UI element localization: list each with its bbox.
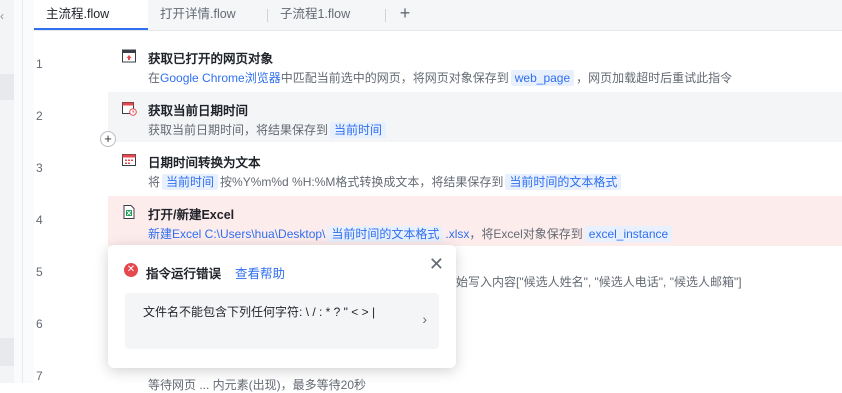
step-description: 新建Excel C:\Users\hua\Desktop\ 当前时间的文本格式 .x… [148,225,674,242]
excel-file-icon [123,205,135,219]
browser-link[interactable]: Google Chrome浏览器 [160,71,281,85]
left-panel-item[interactable] [0,338,14,366]
step-title: 日期时间转换为文本 [148,156,261,170]
chevron-right-icon[interactable]: › [422,311,427,327]
variable-tag[interactable]: 当前时间 [330,122,387,138]
error-message-box[interactable]: 文件名不能包含下列任何字符: \ / : * ? " < > | › [125,293,439,349]
tab-label: 子流程1.flow [280,7,351,21]
flow-step-row[interactable]: 获取已打开的网页对象 在Google Chrome浏览器中匹配当前选中的网页，将… [108,40,842,90]
step-description: 获取当前日期时间，将结果保存到 当前时间 [148,121,388,138]
line-number: 3 [36,161,43,175]
left-panel-strip: ‹ [0,0,14,383]
error-message: 文件名不能包含下列任何字符: \ / : * ? " < > | [143,305,376,319]
variable-tag[interactable]: 当前时间的文本格式 [327,226,444,242]
tab-subflow-1[interactable]: 子流程1.flow [268,0,386,30]
flow-step-row[interactable]: 日期时间转换为文本 将当前时间 按%Y%m%d %H:%M格式转换成文本，将结果保… [108,144,842,194]
panel-divider [14,0,34,383]
browser-window-icon [122,49,136,63]
calendar-clock-icon [122,102,137,116]
tab-separator [385,9,386,22]
variable-tag[interactable]: web_page [510,70,575,86]
step-title: 获取当前日期时间 [148,104,249,118]
flow-step-row[interactable]: 获取当前日期时间 获取当前日期时间，将结果保存到 当前时间 [108,92,842,142]
collapse-chevron-icon[interactable]: ‹ [0,9,4,23]
line-number: 7 [36,369,43,383]
step-description: 将当前时间 按%Y%m%d %H:%M格式转换成文本，将结果保存到 当前时间的文本格… [148,173,623,190]
step-title: 获取已打开的网页对象 [148,52,274,66]
variable-tag[interactable]: excel_instance [584,226,673,242]
line-number: 5 [36,265,43,279]
tab-label: 打开详情.flow [160,7,236,21]
step-description: 始写入内容["候选人姓名", "候选人电话", "候选人邮箱"] [456,275,742,289]
step-title: 打开/新建Excel [148,208,235,222]
line-number: 2 [36,109,43,123]
line-number: 6 [36,317,43,331]
line-number: 1 [36,57,43,71]
tab-label: 主流程.flow [46,7,110,21]
step-description: 在Google Chrome浏览器中匹配当前选中的网页，将网页对象保存到 web_… [148,70,733,86]
calendar-icon [122,154,136,166]
line-number: 4 [36,213,43,227]
step-description: 等待网页 ... 内元素(出现)，最多等待20秒 [148,378,367,392]
tab-open-details[interactable]: 打开详情.flow [148,0,268,30]
flow-step-row-error[interactable]: 打开/新建Excel 新建Excel C:\Users\hua\Desktop\… [108,196,842,246]
view-help-link[interactable]: 查看帮助 [235,263,285,282]
tab-bar: 主流程.flow 打开详情.flow 子流程1.flow + [34,0,842,31]
variable-tag[interactable]: 当前时间 [162,174,219,190]
error-title: 指令运行错误 [146,267,222,281]
left-panel-item[interactable] [0,74,14,100]
add-tab-button[interactable]: + [395,3,415,25]
error-popup: ✕ 指令运行错误 查看帮助 ✕ 文件名不能包含下列任何字符: \ / : * ?… [108,245,456,368]
variable-tag[interactable]: 当前时间的文本格式 [505,174,622,190]
error-icon: ✕ [124,263,138,277]
tab-main-flow[interactable]: 主流程.flow [34,0,148,30]
close-icon[interactable]: ✕ [429,254,444,275]
